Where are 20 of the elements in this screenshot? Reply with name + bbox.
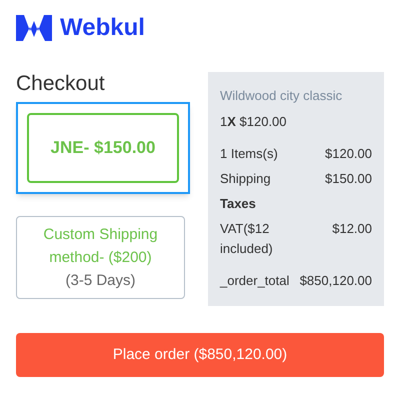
logo-icon <box>16 15 52 41</box>
logo-text: Webkul <box>60 16 145 40</box>
summary-heading: Taxes <box>220 195 257 213</box>
summary-label: _order_total <box>220 272 290 290</box>
option-detail: (3-5 Days) <box>65 271 136 291</box>
place-order-button[interactable]: Place order ($850,120.00) <box>16 333 384 377</box>
summary-value: $12.00 <box>332 220 372 238</box>
product-name: Wildwood city classic <box>220 87 344 105</box>
summary-value: $120.00 <box>325 145 372 163</box>
summary-label: 1 Items(s) <box>220 145 278 163</box>
product-quantity-price: 1X $120.00 <box>220 113 288 131</box>
summary-label: VAT($12 included) <box>220 220 274 258</box>
shipping-option[interactable]: Custom Shipping method- ($200) (3-5 Days) <box>16 216 185 299</box>
option-label: JNE- $150.00 <box>50 137 156 160</box>
page-title: Checkout <box>16 72 106 96</box>
summary-value: $850,120.00 <box>300 272 372 290</box>
summary-value: $150.00 <box>325 170 372 188</box>
shipping-option[interactable]: JNE- $150.00 <box>16 102 190 194</box>
summary-label: Shipping <box>220 170 271 188</box>
option-label: Custom Shipping method- ($200) <box>42 225 159 268</box>
